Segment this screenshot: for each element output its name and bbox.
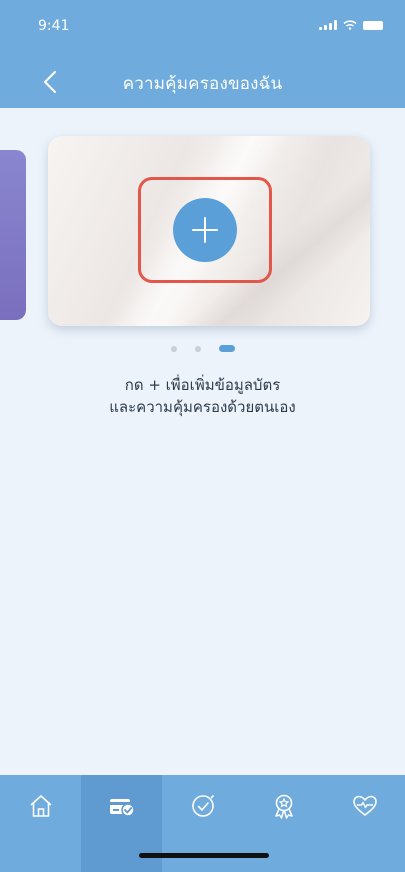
status-time: 9:41 (38, 18, 70, 34)
page-dot-active[interactable] (218, 345, 235, 352)
home-indicator (139, 853, 269, 858)
add-card-button[interactable] (138, 177, 272, 283)
add-card-placeholder (48, 136, 370, 326)
hint-line-2: และความคุ้มครองด้วยตนเอง (109, 398, 296, 416)
carousel-page-indicator (0, 345, 405, 352)
chevron-left-icon (44, 71, 56, 93)
page-dot[interactable] (170, 345, 177, 352)
status-bar: 9:41 (0, 0, 405, 56)
hint-line-1: กด + เพื่อเพิ่มข้อมูลบัตร (124, 376, 281, 394)
status-icons (319, 20, 383, 30)
tab-home[interactable] (0, 775, 81, 872)
back-button[interactable] (34, 66, 66, 98)
clock-check-icon (191, 794, 214, 817)
nav-bar: ความคุ้มครองของฉัน (0, 56, 405, 108)
tab-health[interactable] (324, 775, 405, 872)
home-icon (29, 795, 52, 817)
signal-icon (319, 20, 337, 30)
add-circle (173, 198, 237, 262)
add-card-hint: กด + เพื่อเพิ่มข้อมูลบัตร และความคุ้มครอ… (0, 374, 405, 418)
page-dot[interactable] (194, 345, 201, 352)
award-icon (274, 794, 293, 819)
heart-pulse-icon (352, 795, 377, 817)
page-title: ความคุ้มครองของฉัน (122, 74, 283, 94)
card-check-icon (109, 799, 135, 817)
wifi-icon (343, 20, 357, 30)
main-content: กด + เพื่อเพิ่มข้อมูลบัตร และความคุ้มครอ… (0, 108, 405, 775)
plus-icon (192, 217, 218, 243)
previous-card[interactable] (0, 150, 26, 320)
battery-icon (363, 20, 383, 30)
